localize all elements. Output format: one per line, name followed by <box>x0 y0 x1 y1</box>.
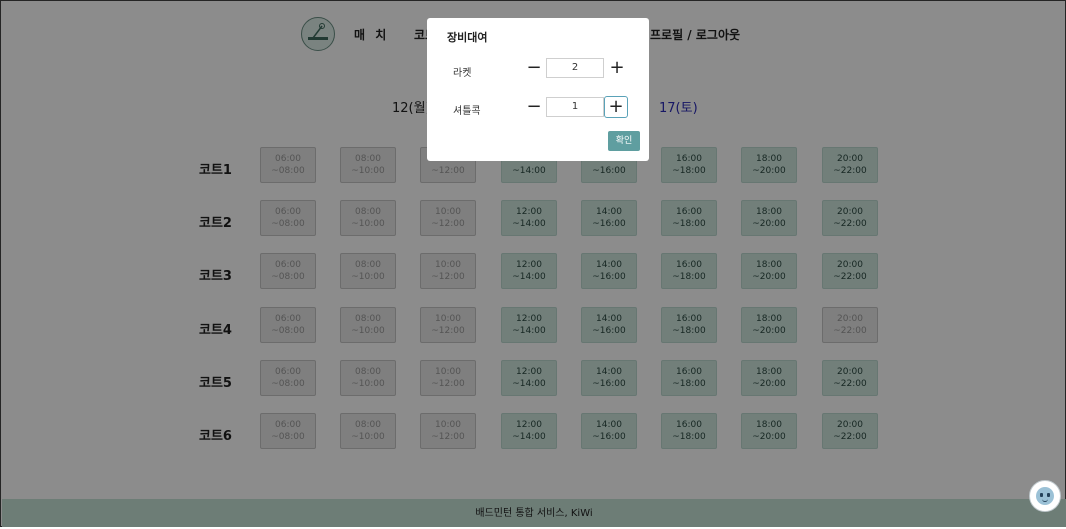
chatbot-button[interactable] <box>1029 480 1061 512</box>
racket-quantity-input[interactable]: 2 <box>546 58 604 78</box>
equipment-rental-modal: 장비대여 라켓 − 2 + 셔틀콕 − 1 + 확인 <box>427 18 649 161</box>
racket-label: 라켓 <box>453 68 472 79</box>
racket-minus-button[interactable]: − <box>522 58 546 80</box>
shuttlecock-label: 셔틀콕 <box>453 106 481 117</box>
shuttlecock-quantity-input[interactable]: 1 <box>546 97 604 117</box>
racket-plus-button[interactable]: + <box>605 58 629 80</box>
shuttlecock-minus-button[interactable]: − <box>522 97 546 119</box>
confirm-button[interactable]: 확인 <box>608 131 640 151</box>
shuttlecock-plus-button[interactable]: + <box>604 96 628 118</box>
chatbot-face-icon <box>1036 487 1054 505</box>
modal-title: 장비대여 <box>447 31 488 44</box>
